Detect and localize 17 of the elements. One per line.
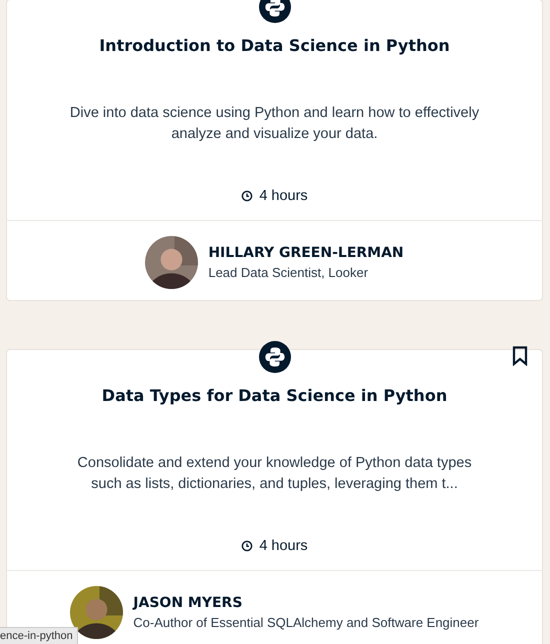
course-title: Data Types for Data Science in Python bbox=[100, 385, 448, 407]
bookmark-icon[interactable] bbox=[512, 346, 528, 366]
course-description: Dive into data science using Python and learn how to effectively analyze and visualize your data. bbox=[68, 104, 480, 144]
course-title: Introduction to Data Science in Python bbox=[98, 35, 451, 57]
clock-icon bbox=[241, 190, 254, 202]
course-description: Consolidate and extend your knowledge of Python data types such as lists, dictionaries, and tuples, leveraging them t... bbox=[76, 454, 473, 494]
instructor-name: HILLARY GREEN-LERMAN bbox=[208, 244, 404, 262]
course-card[interactable] bbox=[6, 0, 543, 301]
instructor-role: Lead Data Scientist, Looker bbox=[208, 264, 370, 282]
clock-icon bbox=[241, 540, 254, 552]
python-icon bbox=[258, 0, 290, 23]
duration-text: 4 hours bbox=[259, 538, 308, 554]
instructor-role: Co-Author of Essential SQLAlchemy and Software Engineer bbox=[133, 614, 479, 632]
duration-text: 4 hours bbox=[259, 188, 308, 204]
python-icon bbox=[258, 341, 290, 373]
instructor-name: JASON MYERS bbox=[133, 594, 244, 612]
status-url: ence-in-python bbox=[0, 627, 78, 644]
